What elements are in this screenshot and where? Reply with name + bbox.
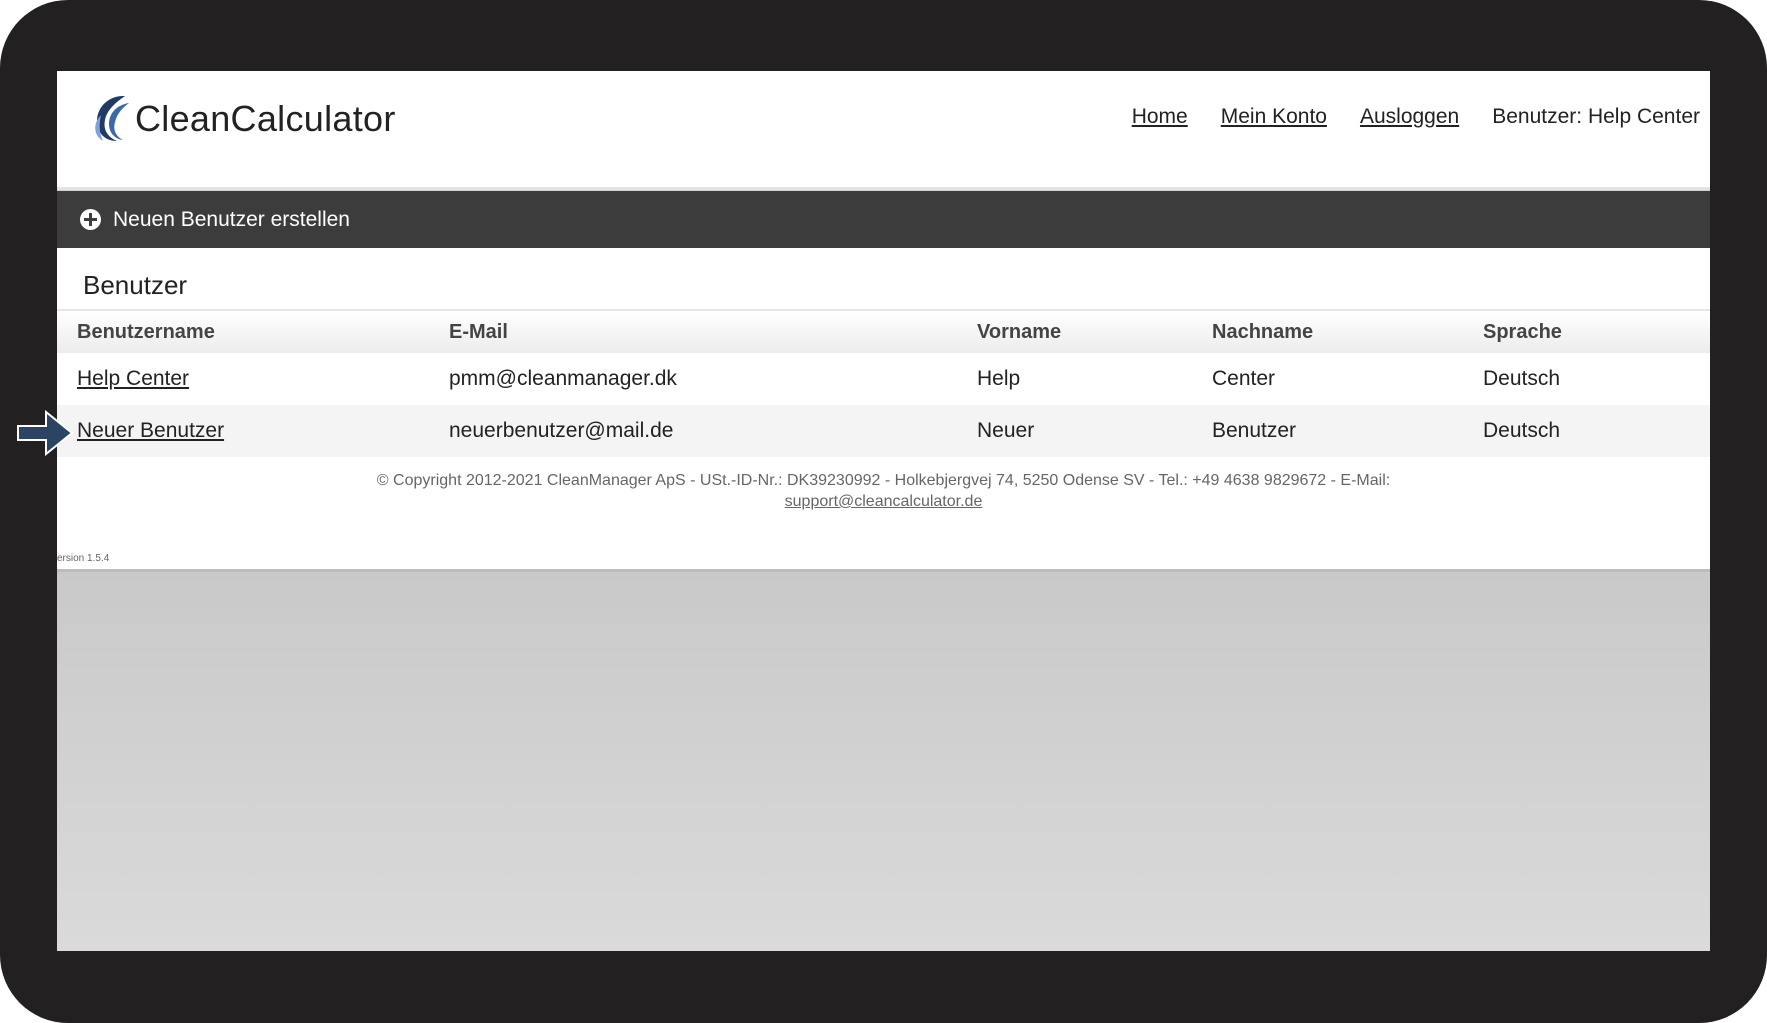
create-user-label: Neuen Benutzer erstellen — [113, 207, 350, 231]
content-divider — [57, 569, 1710, 572]
logo-text: CleanCalculator — [135, 98, 396, 139]
current-user-label: Benutzer: Help Center — [1492, 105, 1700, 128]
support-email-link[interactable]: support@cleancalculator.de — [785, 493, 983, 510]
email-cell: pmm@cleanmanager.dk — [449, 367, 677, 390]
browser-viewport: CleanCalculator Home Mein Konto Auslogge… — [57, 71, 1710, 951]
lastname-cell: Benutzer — [1212, 419, 1297, 442]
wave-logo-icon — [95, 95, 129, 141]
create-user-button[interactable]: Neuen Benutzer erstellen — [80, 208, 350, 232]
version-label: ersion 1.5.4 — [57, 553, 110, 564]
firstname-cell: Neuer — [977, 419, 1035, 442]
plus-circle-icon — [80, 209, 101, 230]
column-header-username[interactable]: Benutzername — [77, 321, 215, 344]
app-logo[interactable]: CleanCalculator — [89, 92, 396, 146]
table-row: Neuer Benutzer neuerbenutzer@mail.de Neu… — [57, 405, 1710, 457]
page-background — [57, 571, 1710, 951]
column-header-firstname[interactable]: Vorname — [977, 321, 1061, 344]
language-cell: Deutsch — [1483, 419, 1561, 442]
users-table: Benutzername E-Mail Vorname Nachname Spr… — [57, 309, 1710, 457]
username-link[interactable]: Neuer Benutzer — [77, 419, 224, 442]
copyright-text: © Copyright 2012-2021 CleanManager ApS -… — [376, 472, 1391, 489]
language-cell: Deutsch — [1483, 367, 1561, 390]
action-toolbar: Neuen Benutzer erstellen — [57, 191, 1710, 248]
column-header-email[interactable]: E-Mail — [449, 321, 508, 344]
firstname-cell: Help — [977, 367, 1021, 390]
nav-logout-link[interactable]: Ausloggen — [1360, 105, 1459, 129]
main-content: Benutzer Benutzername E-Mail Vorname Nac… — [57, 248, 1710, 571]
device-frame: CleanCalculator Home Mein Konto Auslogge… — [0, 0, 1767, 1023]
table-row: Help Center pmm@cleanmanager.dk Help Cen… — [57, 353, 1710, 405]
page-title: Benutzer — [83, 270, 188, 300]
main-nav: Home Mein Konto Ausloggen Benutzer: Help… — [1132, 105, 1700, 129]
column-header-language[interactable]: Sprache — [1483, 321, 1562, 344]
pointer-arrow-icon — [17, 409, 74, 457]
email-cell: neuerbenutzer@mail.de — [449, 419, 674, 442]
nav-account-link[interactable]: Mein Konto — [1221, 105, 1327, 129]
page-footer: © Copyright 2012-2021 CleanManager ApS -… — [57, 470, 1710, 512]
nav-home-link[interactable]: Home — [1132, 105, 1188, 129]
username-link[interactable]: Help Center — [77, 367, 189, 390]
table-header-row: Benutzername E-Mail Vorname Nachname Spr… — [57, 311, 1710, 353]
column-header-lastname[interactable]: Nachname — [1212, 321, 1313, 344]
page-header: CleanCalculator Home Mein Konto Auslogge… — [57, 71, 1710, 190]
lastname-cell: Center — [1212, 367, 1276, 390]
